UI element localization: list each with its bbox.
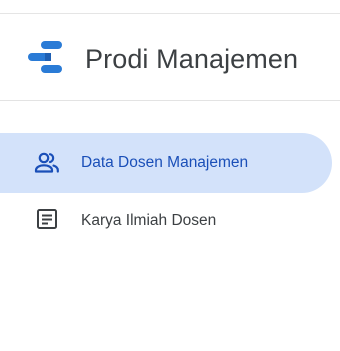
nav-item-label: Karya Ilmiah Dosen <box>81 212 217 229</box>
nav-item-data-dosen-manajemen[interactable]: Data Dosen Manajemen <box>0 133 332 193</box>
sidebar-nav: Data Dosen Manajemen Karya Ilmiah Dosen <box>0 133 340 253</box>
app-title: Prodi Manajemen <box>85 44 299 74</box>
app-window: Prodi Manajemen Data Dosen Manajemen Kar… <box>0 0 340 351</box>
nav-item-karya-ilmiah-dosen[interactable]: Karya Ilmiah Dosen <box>0 193 332 253</box>
nav-item-label: Data Dosen Manajemen <box>81 154 249 171</box>
header: Prodi Manajemen <box>0 14 340 101</box>
people-icon <box>34 152 59 173</box>
document-icon <box>37 209 57 229</box>
app-logo-icon <box>28 41 62 73</box>
